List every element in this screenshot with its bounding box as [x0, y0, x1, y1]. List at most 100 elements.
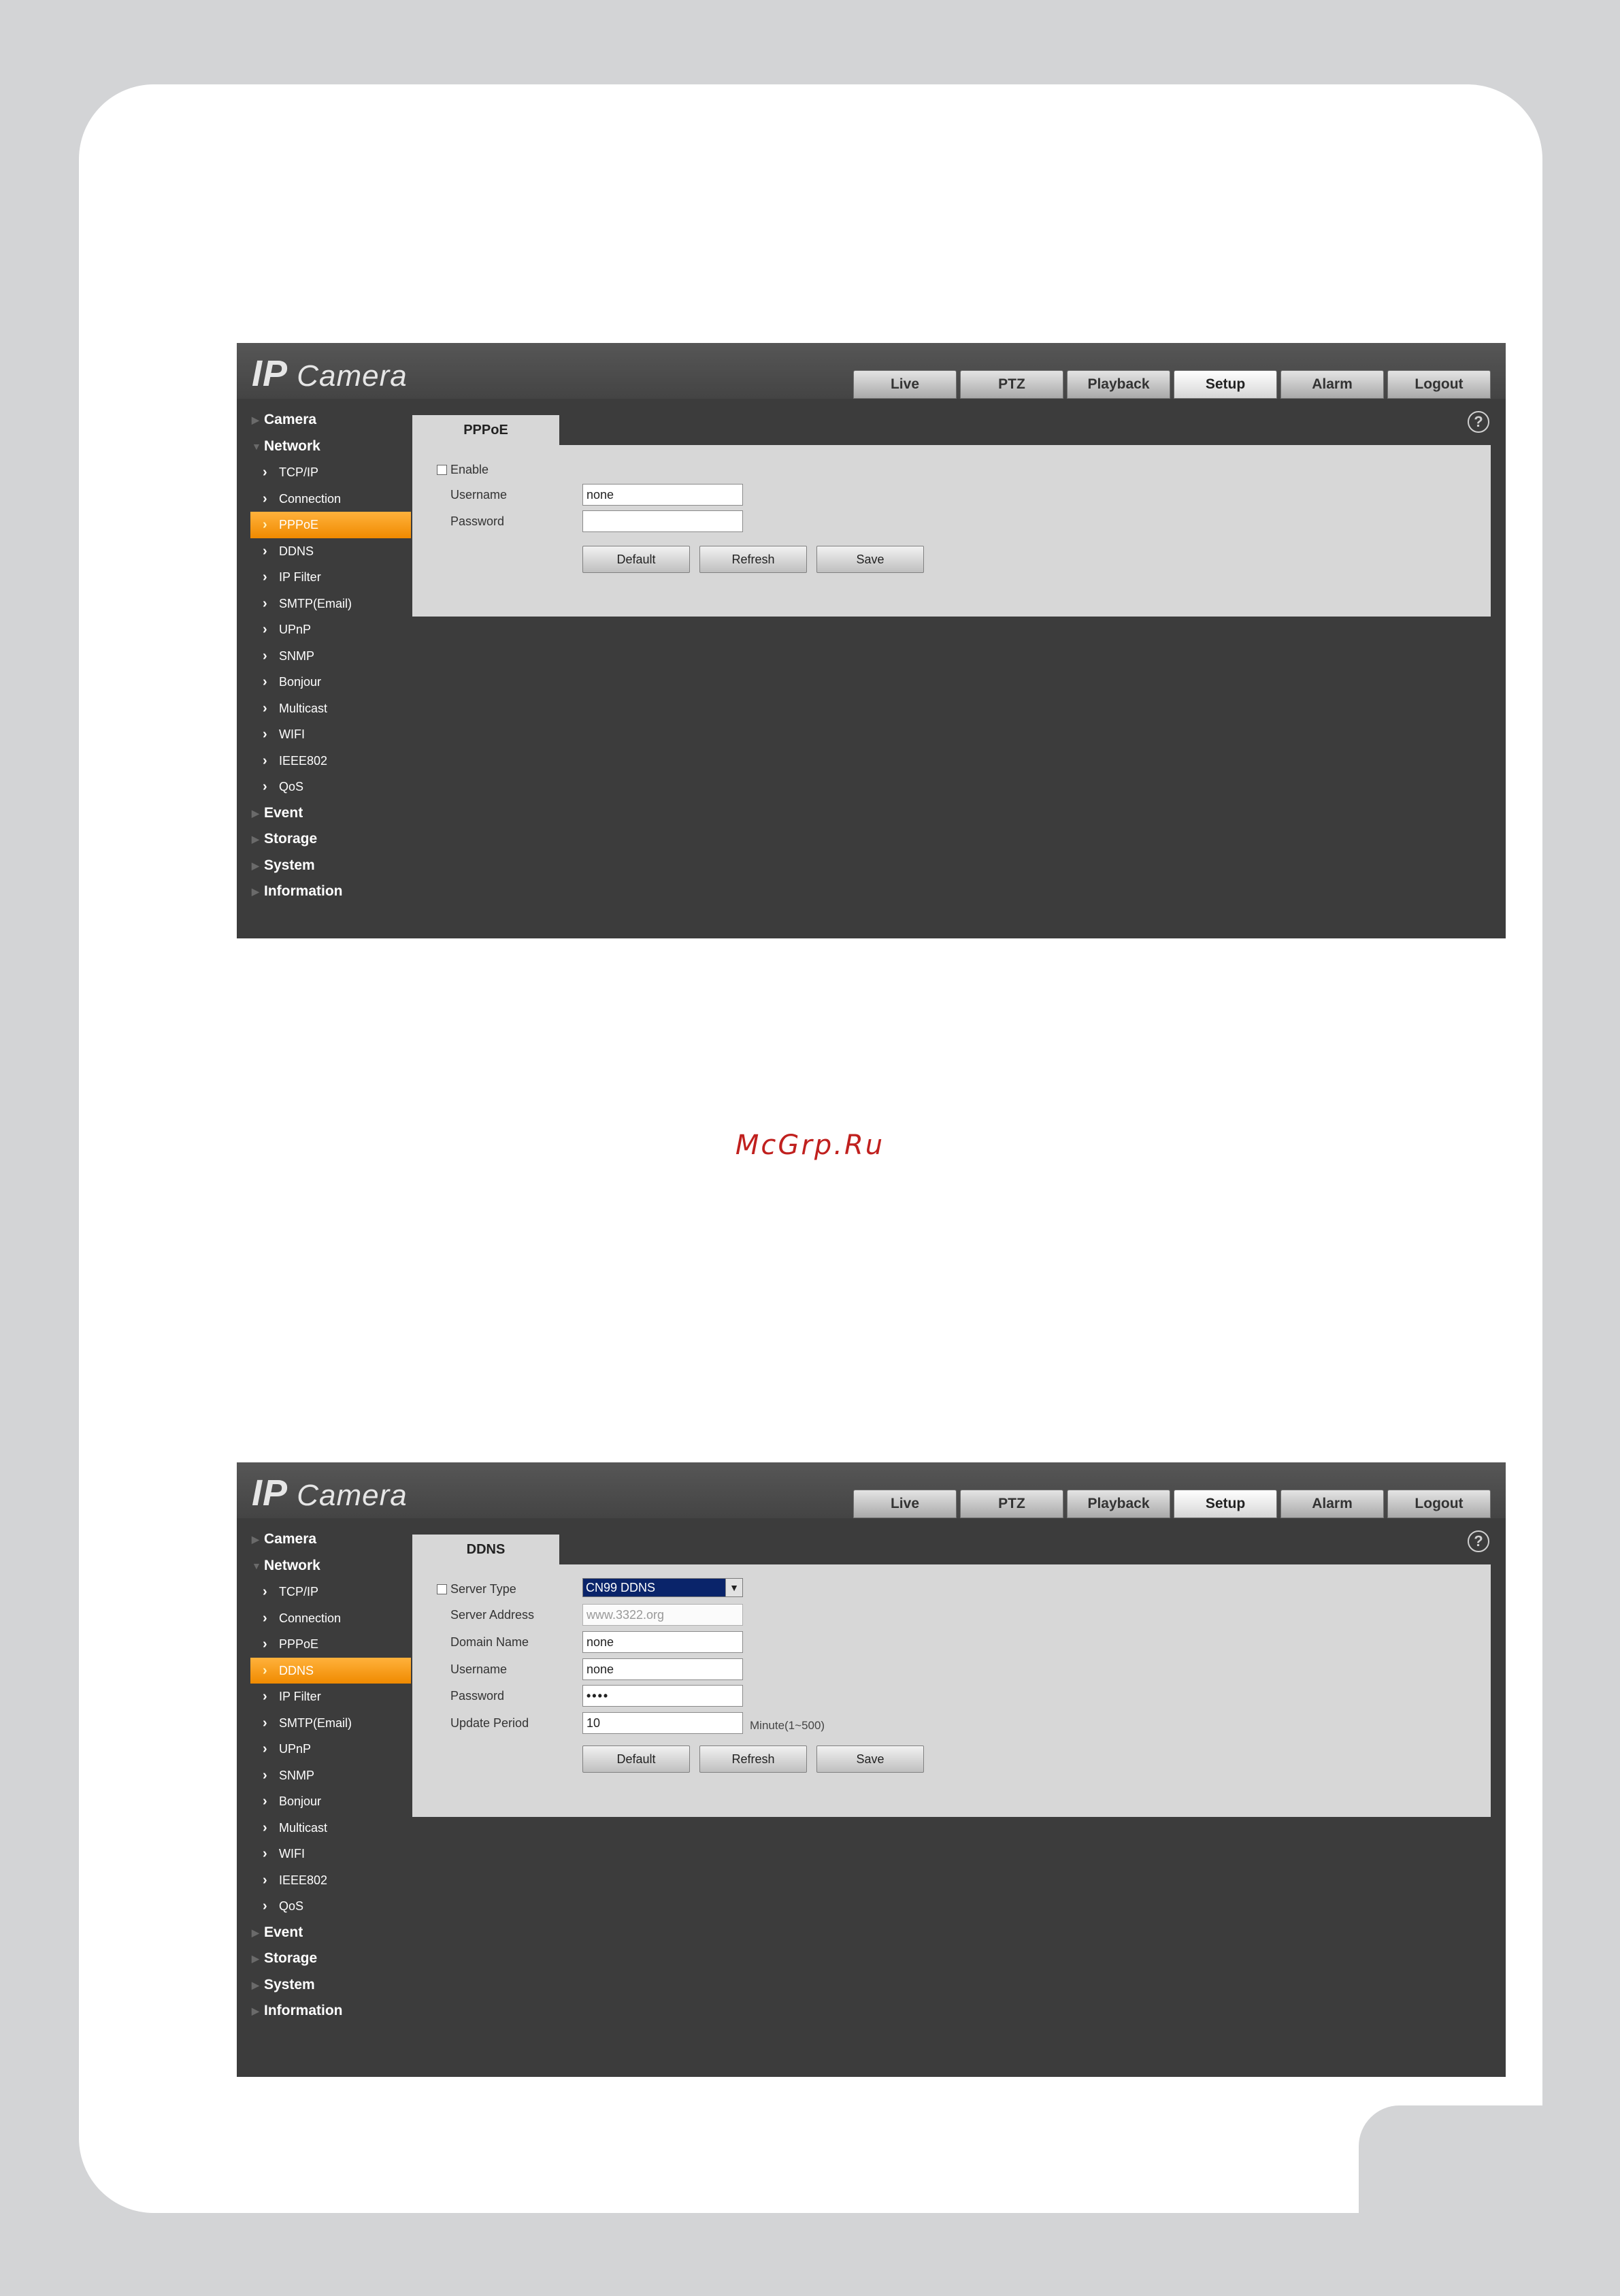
ip-camera-window-pppoe: IP Camera Live PTZ Playback Setup Alarm …	[237, 343, 1506, 938]
sidebar-item-bonjour[interactable]: › Bonjour	[250, 1788, 411, 1815]
sidebar-group-camera[interactable]: ▶ Camera	[250, 407, 411, 433]
sidebar-group-label: Storage	[264, 831, 318, 847]
sidebar-item-ip-filter[interactable]: › IP Filter	[250, 564, 411, 591]
sidebar-group-label: Event	[264, 804, 303, 821]
nav-logout-button[interactable]: Logout	[1387, 1490, 1491, 1518]
username-input[interactable]: none	[582, 1658, 743, 1680]
chevron-right-icon: ›	[263, 622, 267, 637]
sidebar-item-bonjour[interactable]: › Bonjour	[250, 669, 411, 695]
sidebar-item-multicast[interactable]: › Multicast	[250, 1815, 411, 1841]
sidebar-group-event[interactable]: ▶ Event	[250, 800, 411, 827]
nav-setup-button[interactable]: Setup	[1174, 1490, 1277, 1518]
password-label: Password	[450, 1689, 505, 1703]
sidebar-group-event[interactable]: ▶ Event	[250, 1920, 411, 1946]
sidebar-item-smtp[interactable]: › SMTP(Email)	[250, 591, 411, 617]
chevron-right-icon: ›	[263, 1767, 267, 1783]
tab-pppoe[interactable]: PPPoE	[412, 415, 559, 445]
password-label: Password	[450, 514, 505, 528]
sidebar-item-wifi[interactable]: › WIFI	[250, 1841, 411, 1867]
username-label: Username	[450, 1662, 508, 1676]
sidebar-item-smtp[interactable]: › SMTP(Email)	[250, 1710, 411, 1737]
sidebar-item-tcpip[interactable]: › TCP/IP	[250, 1579, 411, 1605]
sidebar-item-pppoe[interactable]: › PPPoE	[250, 1631, 411, 1658]
sidebar-item-label: TCP/IP	[279, 465, 319, 479]
help-icon[interactable]: ?	[1468, 1530, 1489, 1552]
password-input[interactable]: ••••	[582, 1685, 743, 1707]
chevron-right-icon: ›	[263, 648, 267, 663]
nav-live-button[interactable]: Live	[853, 1490, 957, 1518]
domain-name-input[interactable]: none	[582, 1631, 743, 1653]
chevron-right-icon: ›	[263, 674, 267, 689]
refresh-button[interactable]: Refresh	[699, 546, 807, 573]
nav-playback-button[interactable]: Playback	[1067, 370, 1170, 399]
tab-ddns[interactable]: DDNS	[412, 1535, 559, 1564]
sidebar-group-information[interactable]: ▶ Information	[250, 879, 411, 905]
enable-label: Enable	[450, 463, 489, 476]
refresh-button[interactable]: Refresh	[699, 1745, 807, 1773]
save-button[interactable]: Save	[816, 1745, 924, 1773]
sidebar-item-upnp[interactable]: › UPnP	[250, 617, 411, 643]
update-period-hint: Minute(1~500)	[750, 1719, 825, 1732]
server-type-select[interactable]: CN99 DDNS ▼	[582, 1578, 743, 1597]
collapsed-arrow-icon: ▶	[252, 859, 259, 871]
sidebar-item-ddns[interactable]: › DDNS	[250, 1657, 411, 1684]
sidebar-group-storage[interactable]: ▶ Storage	[250, 826, 411, 853]
page-corner-tab	[1359, 2105, 1620, 2296]
sidebar-group-storage[interactable]: ▶ Storage	[250, 1946, 411, 1972]
chevron-right-icon: ›	[263, 465, 267, 480]
sidebar-item-upnp[interactable]: › UPnP	[250, 1736, 411, 1762]
nav-setup-button[interactable]: Setup	[1174, 370, 1277, 399]
sidebar-item-ieee802[interactable]: › IEEE802	[250, 748, 411, 774]
sidebar-group-system[interactable]: ▶ System	[250, 853, 411, 879]
sidebar-item-pppoe[interactable]: › PPPoE	[250, 512, 411, 538]
default-button[interactable]: Default	[582, 1745, 690, 1773]
sidebar-item-snmp[interactable]: › SNMP	[250, 643, 411, 670]
sidebar-group-label: Event	[264, 1924, 303, 1940]
watermark-text: McGrp.Ru	[735, 1130, 885, 1161]
sidebar-item-label: TCP/IP	[279, 1585, 319, 1598]
sidebar-group-camera[interactable]: ▶ Camera	[250, 1526, 411, 1553]
nav-ptz-button[interactable]: PTZ	[960, 1490, 1063, 1518]
sidebar-group-network[interactable]: ▼ Network	[250, 433, 411, 460]
chevron-right-icon: ›	[263, 1872, 267, 1888]
sidebar-item-connection[interactable]: › Connection	[250, 486, 411, 512]
app-logo: IP Camera	[252, 1472, 408, 1514]
sidebar-item-ip-filter[interactable]: › IP Filter	[250, 1684, 411, 1710]
nav-alarm-button[interactable]: Alarm	[1280, 370, 1384, 399]
sidebar-group-information[interactable]: ▶ Information	[250, 1998, 411, 2024]
nav-live-button[interactable]: Live	[853, 370, 957, 399]
nav-logout-button[interactable]: Logout	[1387, 370, 1491, 399]
sidebar-item-label: PPPoE	[279, 1637, 319, 1651]
username-input[interactable]: none	[582, 484, 743, 506]
sidebar-group-system[interactable]: ▶ System	[250, 1972, 411, 1999]
collapsed-arrow-icon: ▶	[252, 807, 259, 819]
sidebar-item-multicast[interactable]: › Multicast	[250, 695, 411, 722]
chevron-right-icon: ›	[263, 1610, 267, 1626]
password-input[interactable]	[582, 510, 743, 532]
dropdown-arrow-icon[interactable]: ▼	[725, 1579, 742, 1596]
chevron-right-icon: ›	[263, 1637, 267, 1652]
nav-playback-button[interactable]: Playback	[1067, 1490, 1170, 1518]
sidebar-item-ddns[interactable]: › DDNS	[250, 538, 411, 565]
update-period-input[interactable]: 10	[582, 1712, 743, 1734]
sidebar-item-qos[interactable]: › QoS	[250, 1893, 411, 1920]
sidebar-item-ieee802[interactable]: › IEEE802	[250, 1867, 411, 1894]
nav-ptz-button[interactable]: PTZ	[960, 370, 1063, 399]
chevron-right-icon: ›	[263, 1689, 267, 1704]
help-icon[interactable]: ?	[1468, 411, 1489, 433]
sidebar-group-network[interactable]: ▼ Network	[250, 1553, 411, 1579]
expanded-arrow-icon: ▼	[252, 440, 261, 452]
sidebar-item-qos[interactable]: › QoS	[250, 774, 411, 800]
save-button[interactable]: Save	[816, 546, 924, 573]
nav-alarm-button[interactable]: Alarm	[1280, 1490, 1384, 1518]
server-address-input[interactable]: www.3322.org	[582, 1604, 743, 1626]
server-type-checkbox[interactable]	[437, 1584, 447, 1594]
sidebar-group-label: Information	[264, 883, 343, 899]
sidebar-item-connection[interactable]: › Connection	[250, 1605, 411, 1632]
sidebar-item-snmp[interactable]: › SNMP	[250, 1762, 411, 1789]
sidebar-item-tcpip[interactable]: › TCP/IP	[250, 459, 411, 486]
domain-name-label: Domain Name	[450, 1635, 529, 1649]
default-button[interactable]: Default	[582, 546, 690, 573]
enable-checkbox[interactable]	[437, 465, 447, 475]
sidebar-item-wifi[interactable]: › WIFI	[250, 721, 411, 748]
